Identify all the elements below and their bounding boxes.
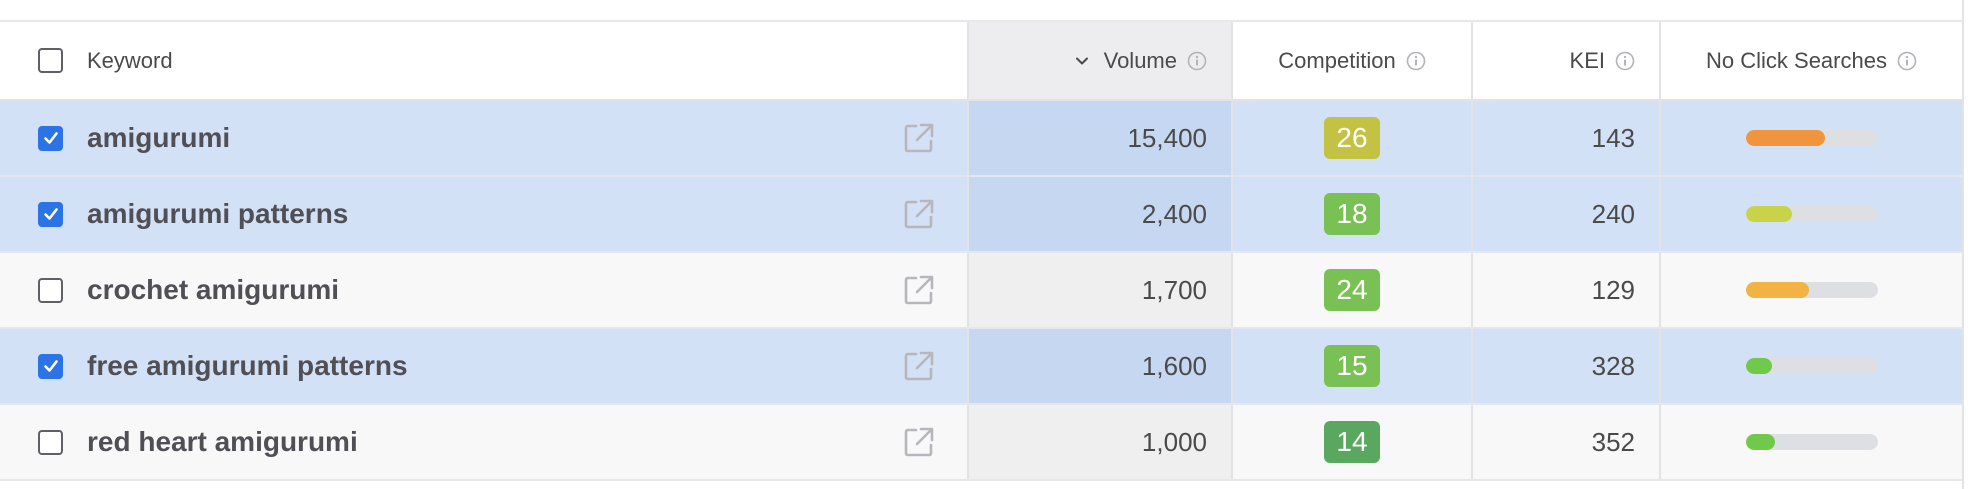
table-row[interactable]: red heart amigurumi 1,000 14 352	[0, 405, 1962, 481]
volume-value: 15,400	[1127, 122, 1207, 153]
volume-column-header[interactable]: Volume	[969, 22, 1233, 99]
external-link-icon[interactable]	[902, 121, 936, 155]
volume-value: 1,700	[1141, 274, 1207, 305]
volume-cell: 15,400	[969, 101, 1233, 175]
keyword-column-header: Keyword	[0, 22, 969, 99]
no-click-searches-cell	[1661, 253, 1962, 327]
no-click-searches-cell	[1661, 101, 1962, 175]
volume-header-label: Volume	[1103, 47, 1177, 73]
no-click-searches-bar	[1745, 206, 1878, 222]
keyword-text[interactable]: amigurumi	[87, 122, 230, 154]
info-icon[interactable]	[1897, 51, 1917, 71]
no-click-searches-bar	[1745, 434, 1878, 450]
keyword-text[interactable]: red heart amigurumi	[87, 426, 358, 458]
no-click-searches-fill	[1745, 206, 1792, 222]
keyword-cell: amigurumi	[0, 101, 969, 175]
keyword-text[interactable]: free amigurumi patterns	[87, 350, 408, 382]
volume-value: 2,400	[1141, 198, 1207, 229]
no-click-searches-bar	[1745, 358, 1878, 374]
kei-value: 129	[1591, 274, 1635, 305]
competition-badge: 14	[1324, 421, 1380, 463]
volume-cell: 1,700	[969, 253, 1233, 327]
kei-cell: 240	[1473, 177, 1661, 251]
no-click-searches-bar	[1745, 130, 1878, 146]
no-click-searches-column-header[interactable]: No Click Searches	[1661, 22, 1962, 99]
row-checkbox[interactable]	[38, 201, 63, 227]
competition-column-header[interactable]: Competition	[1233, 22, 1473, 99]
volume-value: 1,000	[1141, 426, 1207, 457]
competition-badge: 18	[1324, 193, 1380, 235]
competition-cell: 26	[1233, 101, 1473, 175]
external-link-icon[interactable]	[902, 273, 936, 307]
table-row[interactable]: crochet amigurumi 1,700 24 129	[0, 253, 1962, 329]
competition-header-label: Competition	[1278, 47, 1396, 73]
checkmark-icon	[43, 360, 58, 372]
no-click-searches-cell	[1661, 405, 1962, 479]
checkmark-icon	[43, 208, 58, 220]
info-icon[interactable]	[1615, 51, 1635, 71]
kei-column-header[interactable]: KEI	[1473, 22, 1661, 99]
no-click-searches-cell	[1661, 177, 1962, 251]
kei-cell: 328	[1473, 329, 1661, 403]
table-header-row: Keyword Volume Competition KEI No Click …	[0, 22, 1962, 101]
checkmark-icon	[43, 132, 58, 144]
table-top-band	[0, 0, 1964, 22]
kei-header-label: KEI	[1569, 47, 1605, 73]
table-row[interactable]: amigurumi 15,400 26 143	[0, 101, 1962, 177]
competition-badge: 15	[1324, 345, 1380, 387]
kei-cell: 352	[1473, 405, 1661, 479]
chevron-down-icon	[1075, 57, 1088, 64]
no-click-searches-fill	[1745, 434, 1775, 450]
table-row[interactable]: amigurumi patterns 2,400 18 240	[0, 177, 1962, 253]
keyword-cell: amigurumi patterns	[0, 177, 969, 251]
competition-cell: 15	[1233, 329, 1473, 403]
no-click-searches-fill	[1745, 358, 1772, 374]
competition-cell: 14	[1233, 405, 1473, 479]
row-checkbox[interactable]	[38, 353, 63, 379]
row-checkbox[interactable]	[38, 429, 63, 455]
keyword-text[interactable]: crochet amigurumi	[87, 274, 339, 306]
kei-value: 328	[1591, 350, 1635, 381]
keyword-cell: red heart amigurumi	[0, 405, 969, 479]
kei-cell: 143	[1473, 101, 1661, 175]
no-click-searches-fill	[1745, 130, 1825, 146]
select-all-checkbox[interactable]	[38, 48, 63, 73]
keyword-header-label: Keyword	[87, 47, 173, 73]
volume-cell: 1,600	[969, 329, 1233, 403]
row-checkbox[interactable]	[38, 125, 63, 151]
volume-cell: 1,000	[969, 405, 1233, 479]
competition-badge: 24	[1324, 269, 1380, 311]
external-link-icon[interactable]	[902, 197, 936, 231]
keyword-cell: crochet amigurumi	[0, 253, 969, 327]
competition-cell: 24	[1233, 253, 1473, 327]
info-icon[interactable]	[1187, 51, 1207, 71]
row-checkbox[interactable]	[38, 277, 63, 303]
external-link-icon[interactable]	[902, 425, 936, 459]
kei-cell: 129	[1473, 253, 1661, 327]
volume-cell: 2,400	[969, 177, 1233, 251]
keyword-table: Keyword Volume Competition KEI No Click …	[0, 0, 1964, 489]
table-right-border	[1962, 0, 1964, 489]
kei-value: 240	[1591, 198, 1635, 229]
competition-cell: 18	[1233, 177, 1473, 251]
keyword-text[interactable]: amigurumi patterns	[87, 198, 348, 230]
volume-value: 1,600	[1141, 350, 1207, 381]
table-row[interactable]: free amigurumi patterns 1,600 15 328	[0, 329, 1962, 405]
no-click-searches-fill	[1745, 282, 1809, 298]
info-icon[interactable]	[1406, 51, 1426, 71]
no-click-searches-bar	[1745, 282, 1878, 298]
no-click-searches-header-label: No Click Searches	[1706, 47, 1887, 73]
kei-value: 352	[1591, 426, 1635, 457]
kei-value: 143	[1591, 122, 1635, 153]
no-click-searches-cell	[1661, 329, 1962, 403]
competition-badge: 26	[1324, 117, 1380, 159]
keyword-cell: free amigurumi patterns	[0, 329, 969, 403]
external-link-icon[interactable]	[902, 349, 936, 383]
